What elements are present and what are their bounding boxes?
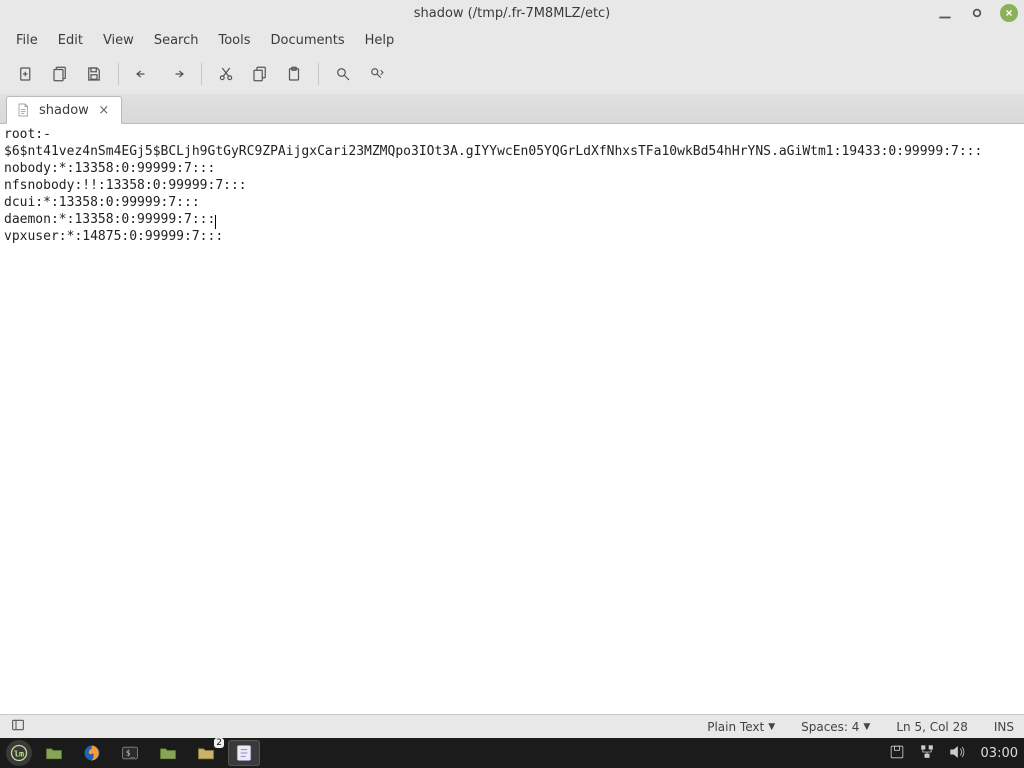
undo-button[interactable]: [127, 58, 159, 90]
save-button[interactable]: [78, 58, 110, 90]
maximize-button[interactable]: [968, 4, 986, 22]
toolbar-separator: [118, 63, 119, 85]
system-tray: 03:00: [887, 742, 1018, 765]
insert-mode-indicator[interactable]: INS: [994, 720, 1014, 734]
cut-button[interactable]: [210, 58, 242, 90]
editor-statusbar: Plain Text ▼ Spaces: 4 ▼ Ln 5, Col 28 IN…: [0, 714, 1024, 738]
window-title: shadow (/tmp/.fr-7M8MLZ/etc): [414, 6, 611, 21]
tab-close-button[interactable]: ×: [97, 103, 111, 117]
indent-selector[interactable]: Spaces: 4 ▼: [801, 720, 870, 734]
taskbar-terminal-launcher[interactable]: $_: [114, 740, 146, 766]
start-menu-button[interactable]: lm: [6, 740, 32, 766]
replace-button[interactable]: [361, 58, 393, 90]
indent-label: Spaces: 4: [801, 720, 859, 734]
taskbar-files-window[interactable]: [152, 740, 184, 766]
menubar: File Edit View Search Tools Documents He…: [0, 26, 1024, 54]
new-file-button[interactable]: [10, 58, 42, 90]
toolbar: [0, 54, 1024, 94]
window-count-badge: 2: [214, 738, 224, 748]
svg-text:lm: lm: [14, 748, 24, 758]
taskbar-files-launcher[interactable]: [38, 740, 70, 766]
toolbar-separator: [201, 63, 202, 85]
menu-documents[interactable]: Documents: [263, 30, 353, 51]
menu-help[interactable]: Help: [357, 30, 403, 51]
chevron-down-icon: ▼: [768, 722, 775, 732]
minimize-button[interactable]: [936, 4, 954, 22]
paste-button[interactable]: [278, 58, 310, 90]
copy-button[interactable]: [244, 58, 276, 90]
taskbar-text-editor-window[interactable]: [228, 740, 260, 766]
syntax-mode-selector[interactable]: Plain Text ▼: [707, 720, 775, 734]
window-controls: [936, 0, 1018, 26]
menu-file[interactable]: File: [8, 30, 46, 51]
open-file-button[interactable]: [44, 58, 76, 90]
tab-bar: shadow ×: [0, 94, 1024, 124]
tray-network-icon[interactable]: [917, 742, 937, 765]
syntax-mode-label: Plain Text: [707, 720, 764, 734]
search-button[interactable]: [327, 58, 359, 90]
side-panel-toggle[interactable]: [10, 717, 26, 736]
taskbar-archive-window[interactable]: 2: [190, 740, 222, 766]
chevron-down-icon: ▼: [863, 722, 870, 732]
tray-removable-media-icon[interactable]: [887, 742, 907, 765]
text-editor-area[interactable]: root:- $6$nt41vez4nSm4EGj5$BCLjh9GtGyRC9…: [0, 124, 1024, 714]
menu-view[interactable]: View: [95, 30, 142, 51]
tray-clock[interactable]: 03:00: [981, 746, 1018, 761]
menu-tools[interactable]: Tools: [210, 30, 258, 51]
svg-text:$_: $_: [126, 749, 136, 758]
toolbar-separator: [318, 63, 319, 85]
taskbar-firefox-launcher[interactable]: [76, 740, 108, 766]
menu-search[interactable]: Search: [146, 30, 207, 51]
os-taskbar: lm $_ 2 03:00: [0, 738, 1024, 768]
tab-label: shadow: [39, 103, 89, 118]
tab-active[interactable]: shadow ×: [6, 96, 122, 124]
menu-edit[interactable]: Edit: [50, 30, 91, 51]
document-icon: [15, 102, 31, 118]
close-button[interactable]: [1000, 4, 1018, 22]
cursor-position: Ln 5, Col 28: [896, 720, 968, 734]
redo-button[interactable]: [161, 58, 193, 90]
tray-volume-icon[interactable]: [947, 742, 967, 765]
window-titlebar: shadow (/tmp/.fr-7M8MLZ/etc): [0, 0, 1024, 26]
